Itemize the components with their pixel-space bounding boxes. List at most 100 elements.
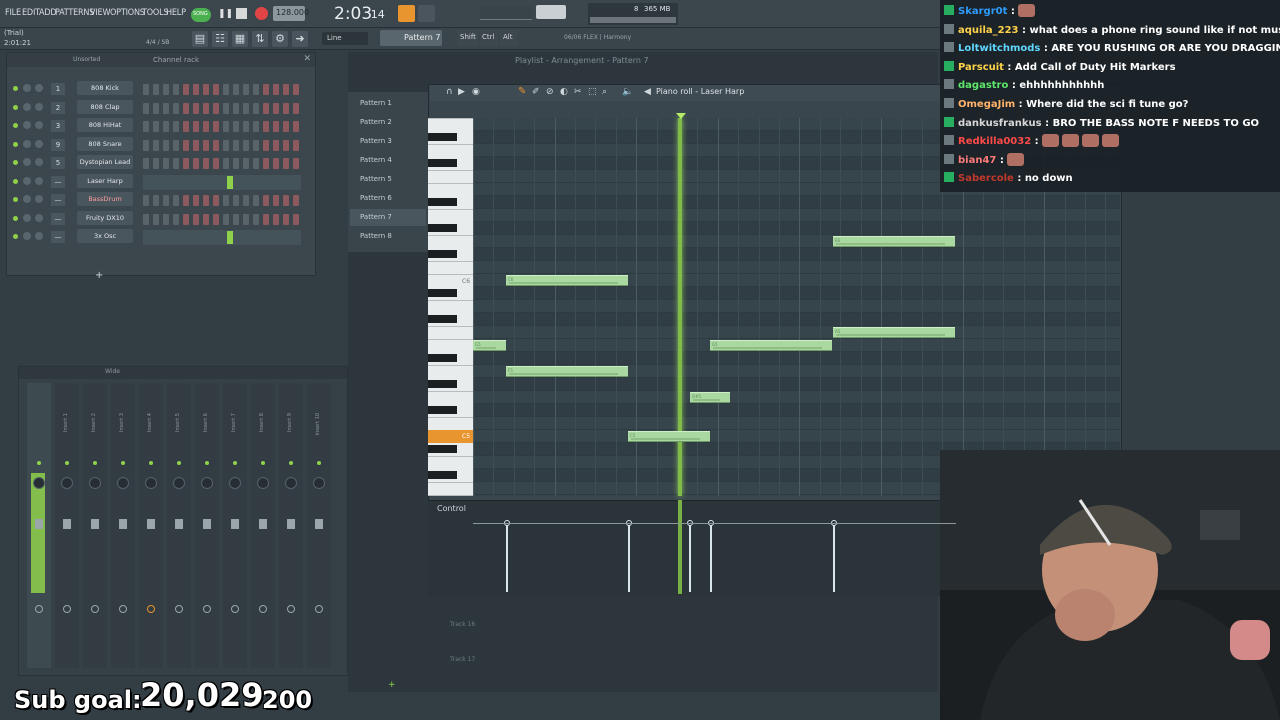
pattern-item[interactable]: Pattern 7 bbox=[350, 209, 426, 226]
insert-led[interactable] bbox=[93, 461, 97, 465]
step-button[interactable] bbox=[243, 84, 249, 95]
step-button[interactable] bbox=[143, 139, 149, 151]
velocity-stem[interactable] bbox=[710, 524, 712, 592]
step-button[interactable] bbox=[193, 213, 199, 225]
step-button[interactable] bbox=[163, 195, 169, 206]
step-button[interactable] bbox=[203, 213, 209, 225]
mixer-insert-strip[interactable]: Insert 3 bbox=[111, 383, 135, 668]
mixer-insert-strip[interactable]: Insert 10 bbox=[307, 383, 331, 668]
insert-led[interactable] bbox=[289, 461, 293, 465]
insert-fader[interactable] bbox=[119, 519, 127, 529]
insert-send-knob[interactable] bbox=[259, 605, 267, 613]
channel-row[interactable]: 3 808 HiHat bbox=[7, 118, 317, 136]
channel-name[interactable]: 808 Clap bbox=[77, 99, 133, 114]
step-button[interactable] bbox=[283, 195, 289, 206]
step-button[interactable] bbox=[293, 213, 299, 225]
step-button[interactable] bbox=[293, 139, 299, 151]
insert-send-knob[interactable] bbox=[63, 605, 71, 613]
velocity-stem[interactable] bbox=[506, 524, 508, 592]
channel-vol-knob[interactable] bbox=[35, 232, 43, 240]
channel-pan-knob[interactable] bbox=[23, 121, 31, 129]
tempo-display[interactable]: 128.000 bbox=[273, 6, 309, 21]
step-button[interactable] bbox=[153, 158, 159, 169]
pencil-tool-icon[interactable]: ✎ bbox=[518, 86, 526, 97]
step-button[interactable] bbox=[153, 139, 159, 151]
step-button[interactable] bbox=[183, 195, 189, 206]
step-button[interactable] bbox=[173, 84, 179, 95]
step-button[interactable] bbox=[153, 84, 159, 95]
step-button[interactable] bbox=[273, 121, 279, 132]
step-button[interactable] bbox=[163, 84, 169, 95]
insert-fader[interactable] bbox=[175, 519, 183, 529]
step-button[interactable] bbox=[263, 195, 269, 206]
step-button[interactable] bbox=[223, 195, 229, 206]
pattern-item[interactable]: Pattern 3 bbox=[350, 133, 426, 150]
mixer-insert-strip[interactable]: Insert 1 bbox=[55, 383, 79, 668]
step-button[interactable] bbox=[263, 158, 269, 169]
step-button[interactable] bbox=[193, 195, 199, 206]
channel-led[interactable] bbox=[13, 234, 18, 239]
stop-button[interactable] bbox=[236, 8, 247, 19]
channel-row[interactable]: 1 808 Kick bbox=[7, 81, 317, 99]
mixer-insert-strip[interactable]: Insert 7 bbox=[223, 383, 247, 668]
chat-username[interactable]: Parscuit bbox=[958, 62, 1004, 73]
channel-led[interactable] bbox=[13, 141, 18, 147]
channel-led[interactable] bbox=[13, 123, 18, 128]
channel-rack-window-button[interactable]: ▦ bbox=[232, 31, 248, 47]
insert-send-knob[interactable] bbox=[91, 605, 99, 613]
play-icon[interactable]: ▶ bbox=[458, 87, 465, 97]
step-button[interactable] bbox=[163, 139, 169, 151]
channel-name[interactable]: Dystopian Lead bbox=[77, 155, 133, 169]
step-button[interactable] bbox=[213, 84, 219, 95]
step-button[interactable] bbox=[203, 84, 209, 95]
note-block[interactable]: D#5 bbox=[690, 392, 730, 403]
step-button[interactable] bbox=[253, 195, 259, 206]
pattern-item[interactable]: Pattern 5 bbox=[350, 171, 426, 188]
step-button[interactable] bbox=[213, 158, 219, 169]
insert-pan-knob[interactable] bbox=[229, 477, 241, 489]
step-button[interactable] bbox=[183, 121, 189, 132]
insert-fader[interactable] bbox=[91, 519, 99, 529]
alt-key-button[interactable]: Alt bbox=[500, 30, 518, 46]
chat-username[interactable]: Sabercole bbox=[958, 173, 1014, 184]
step-button[interactable] bbox=[223, 121, 229, 132]
pattern-item[interactable]: Pattern 4 bbox=[350, 152, 426, 169]
chat-username[interactable]: OmegaJim bbox=[958, 99, 1015, 110]
close-icon[interactable]: ✕ bbox=[303, 54, 311, 64]
insert-send-knob[interactable] bbox=[175, 605, 183, 613]
step-button[interactable] bbox=[243, 195, 249, 206]
step-button[interactable] bbox=[213, 195, 219, 206]
channel-pan-knob[interactable] bbox=[23, 158, 31, 166]
step-button[interactable] bbox=[243, 158, 249, 169]
piano-black-key[interactable] bbox=[428, 198, 457, 206]
step-button[interactable] bbox=[223, 139, 229, 151]
step-button[interactable] bbox=[143, 84, 149, 95]
channel-vol-knob[interactable] bbox=[35, 139, 43, 148]
insert-pan-knob[interactable] bbox=[33, 477, 45, 489]
step-button[interactable] bbox=[193, 158, 199, 169]
channel-number[interactable]: 5 bbox=[51, 157, 65, 169]
channel-pan-knob[interactable] bbox=[23, 195, 31, 203]
step-button[interactable] bbox=[193, 139, 199, 151]
step-button[interactable] bbox=[203, 139, 209, 151]
insert-fader[interactable] bbox=[287, 519, 295, 529]
mute-tool-icon[interactable]: ◐ bbox=[560, 87, 568, 97]
insert-send-knob[interactable] bbox=[231, 605, 239, 613]
step-button[interactable] bbox=[273, 102, 279, 114]
channel-vol-knob[interactable] bbox=[35, 195, 43, 203]
insert-fader[interactable] bbox=[259, 519, 267, 529]
mixer-insert-strip[interactable]: Insert 4 bbox=[139, 383, 163, 668]
step-button[interactable] bbox=[283, 213, 289, 225]
menu-add[interactable]: ADD bbox=[39, 8, 57, 18]
step-button[interactable] bbox=[263, 139, 269, 151]
channel-name[interactable]: 808 Snare bbox=[77, 136, 133, 151]
channel-number[interactable]: — bbox=[51, 231, 65, 243]
arrow-forward-button[interactable]: ➜ bbox=[292, 31, 308, 47]
step-button[interactable] bbox=[213, 121, 219, 132]
note-block[interactable]: G5 bbox=[473, 340, 506, 351]
step-button[interactable] bbox=[273, 84, 279, 95]
step-button[interactable] bbox=[143, 158, 149, 169]
chat-username[interactable]: bian47 bbox=[958, 155, 996, 166]
channel-pan-knob[interactable] bbox=[23, 139, 31, 148]
note-block[interactable]: E6 bbox=[833, 236, 955, 247]
